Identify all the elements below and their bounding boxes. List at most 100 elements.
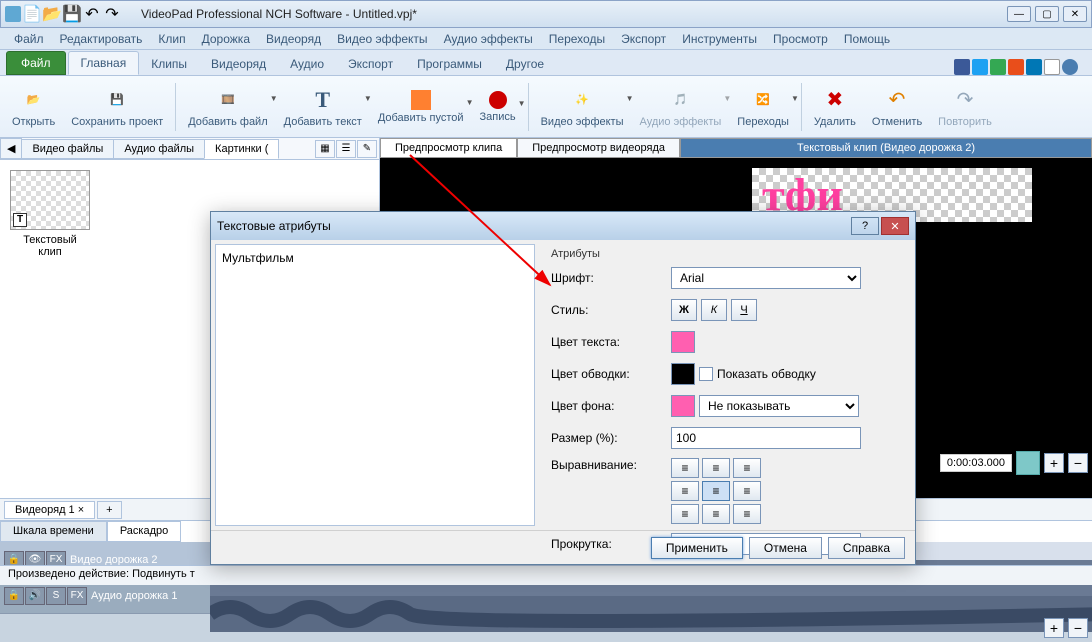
- qat-redo[interactable]: ↷: [103, 5, 121, 23]
- chevron-down-icon[interactable]: [1044, 59, 1060, 75]
- tab-audio-files[interactable]: Аудио файлы: [113, 139, 205, 159]
- text-color-swatch[interactable]: [671, 331, 695, 353]
- tab-sequence[interactable]: Видеоряд: [199, 53, 278, 75]
- tab-clips[interactable]: Клипы: [139, 53, 199, 75]
- help-icon[interactable]: [1062, 59, 1078, 75]
- align-bl[interactable]: ≡: [671, 504, 699, 524]
- menubar: Файл Редактировать Клип Дорожка Видеоряд…: [0, 28, 1092, 50]
- align-br[interactable]: ≡: [733, 504, 761, 524]
- minimize-button[interactable]: —: [1007, 6, 1031, 22]
- tab-video-files[interactable]: Видео файлы: [21, 139, 114, 159]
- preview-sequence-tab[interactable]: Предпросмотр видеоряда: [517, 138, 680, 158]
- add-sequence-button[interactable]: +: [97, 501, 121, 519]
- menu-file[interactable]: Файл: [6, 30, 52, 48]
- tab-nav-left[interactable]: ◀: [0, 138, 22, 159]
- redo-button[interactable]: ↷Повторить: [930, 84, 1000, 130]
- text-input-area[interactable]: Мультфильм: [215, 244, 535, 526]
- stumble-icon[interactable]: [1008, 59, 1024, 75]
- menu-edit[interactable]: Редактировать: [52, 30, 151, 48]
- menu-videofx[interactable]: Видео эффекты: [329, 30, 435, 48]
- show-outline-label: Показать обводку: [717, 367, 816, 381]
- facebook-icon[interactable]: [954, 59, 970, 75]
- menu-help[interactable]: Помощь: [836, 30, 898, 48]
- timeline-add-button[interactable]: +: [1044, 618, 1064, 638]
- bin-view-button[interactable]: ▦: [315, 140, 335, 158]
- track-fx-icon[interactable]: FX: [67, 587, 87, 605]
- tab-images[interactable]: Картинки (: [204, 139, 279, 159]
- qat-new[interactable]: 📄: [23, 5, 41, 23]
- outline-color-swatch[interactable]: [671, 363, 695, 385]
- menu-track[interactable]: Дорожка: [194, 30, 258, 48]
- close-button[interactable]: ✕: [1063, 6, 1087, 22]
- tab-export[interactable]: Экспорт: [336, 53, 405, 75]
- dialog-close-button[interactable]: ✕: [881, 217, 909, 235]
- qat-undo[interactable]: ↶: [83, 5, 101, 23]
- timeline-mode[interactable]: Шкала времени: [0, 521, 107, 542]
- menu-sequence[interactable]: Видеоряд: [258, 30, 329, 48]
- transitions-button[interactable]: 🔀Переходы▼: [729, 84, 797, 130]
- video-effects-button[interactable]: ✨Видео эффекты▼: [533, 84, 632, 130]
- open-button[interactable]: 📂Открыть: [4, 84, 63, 130]
- audio-effects-button[interactable]: 🎵Аудио эффекты▼: [632, 84, 730, 130]
- align-tr[interactable]: ≡: [733, 458, 761, 478]
- zoom-in-button[interactable]: +: [1044, 453, 1064, 473]
- clip-thumbnail[interactable]: T: [10, 170, 90, 230]
- tab-programs[interactable]: Программы: [405, 53, 494, 75]
- undo-button[interactable]: ↶Отменить: [864, 84, 930, 130]
- text-color-label: Цвет текста:: [551, 335, 671, 349]
- bg-color-swatch[interactable]: [671, 395, 695, 417]
- tab-other[interactable]: Другое: [494, 53, 556, 75]
- timeline-remove-button[interactable]: −: [1068, 618, 1088, 638]
- bold-button[interactable]: Ж: [671, 299, 697, 321]
- sequence-tab-1[interactable]: Видеоряд 1 ×: [4, 501, 95, 519]
- add-text-button[interactable]: TДобавить текст▼: [276, 84, 370, 130]
- track-solo-icon[interactable]: S: [46, 587, 66, 605]
- cancel-button[interactable]: Отмена: [749, 537, 822, 559]
- bin-filter-button[interactable]: ✎: [357, 140, 377, 158]
- align-bc[interactable]: ≡: [702, 504, 730, 524]
- linkedin-icon[interactable]: [1026, 59, 1042, 75]
- add-file-button[interactable]: 🎞️Добавить файл▼: [180, 84, 275, 130]
- delete-button[interactable]: ✖Удалить: [806, 84, 864, 130]
- align-tl[interactable]: ≡: [671, 458, 699, 478]
- menu-view[interactable]: Просмотр: [765, 30, 836, 48]
- tab-audio[interactable]: Аудио: [278, 53, 336, 75]
- align-tc[interactable]: ≡: [702, 458, 730, 478]
- clip-item[interactable]: T Текстовый клип: [10, 170, 90, 258]
- marker-icon[interactable]: [1016, 451, 1040, 475]
- font-combo[interactable]: Arial: [671, 267, 861, 289]
- twitter-icon[interactable]: [972, 59, 988, 75]
- italic-button[interactable]: К: [701, 299, 727, 321]
- track-speaker-icon[interactable]: 🔊: [25, 587, 45, 605]
- tab-home[interactable]: Главная: [68, 51, 140, 75]
- maximize-button[interactable]: ▢: [1035, 6, 1059, 22]
- align-ml[interactable]: ≡: [671, 481, 699, 501]
- menu-clip[interactable]: Клип: [150, 30, 193, 48]
- menu-tools[interactable]: Инструменты: [674, 30, 765, 48]
- track-lock-icon[interactable]: 🔒: [4, 587, 24, 605]
- apply-button[interactable]: Применить: [651, 537, 743, 559]
- size-input[interactable]: [671, 427, 861, 449]
- menu-audiofx[interactable]: Аудио эффекты: [436, 30, 541, 48]
- bin-sort-button[interactable]: ☰: [336, 140, 356, 158]
- menu-export[interactable]: Экспорт: [613, 30, 674, 48]
- preview-clip-tab[interactable]: Предпросмотр клипа: [380, 138, 517, 158]
- align-mc[interactable]: ≡: [702, 481, 730, 501]
- bg-mode-combo[interactable]: Не показывать: [699, 395, 859, 417]
- dialog-help-button[interactable]: ?: [851, 217, 879, 235]
- zoom-out-button[interactable]: −: [1068, 453, 1088, 473]
- align-mr[interactable]: ≡: [733, 481, 761, 501]
- add-blank-button[interactable]: Добавить пустой▼: [370, 88, 472, 126]
- record-button[interactable]: Запись▼: [472, 89, 524, 125]
- share-icon[interactable]: [990, 59, 1006, 75]
- qat-save[interactable]: 💾: [63, 5, 81, 23]
- help-button[interactable]: Справка: [828, 537, 905, 559]
- underline-button[interactable]: Ч: [731, 299, 757, 321]
- audio-track[interactable]: [210, 596, 1092, 632]
- menu-transitions[interactable]: Переходы: [541, 30, 613, 48]
- qat-open[interactable]: 📂: [43, 5, 61, 23]
- show-outline-checkbox[interactable]: [699, 367, 713, 381]
- save-project-button[interactable]: 💾Сохранить проект: [63, 84, 171, 130]
- ribbon-file-button[interactable]: Файл: [6, 51, 66, 75]
- storyboard-mode[interactable]: Раскадро: [107, 521, 181, 542]
